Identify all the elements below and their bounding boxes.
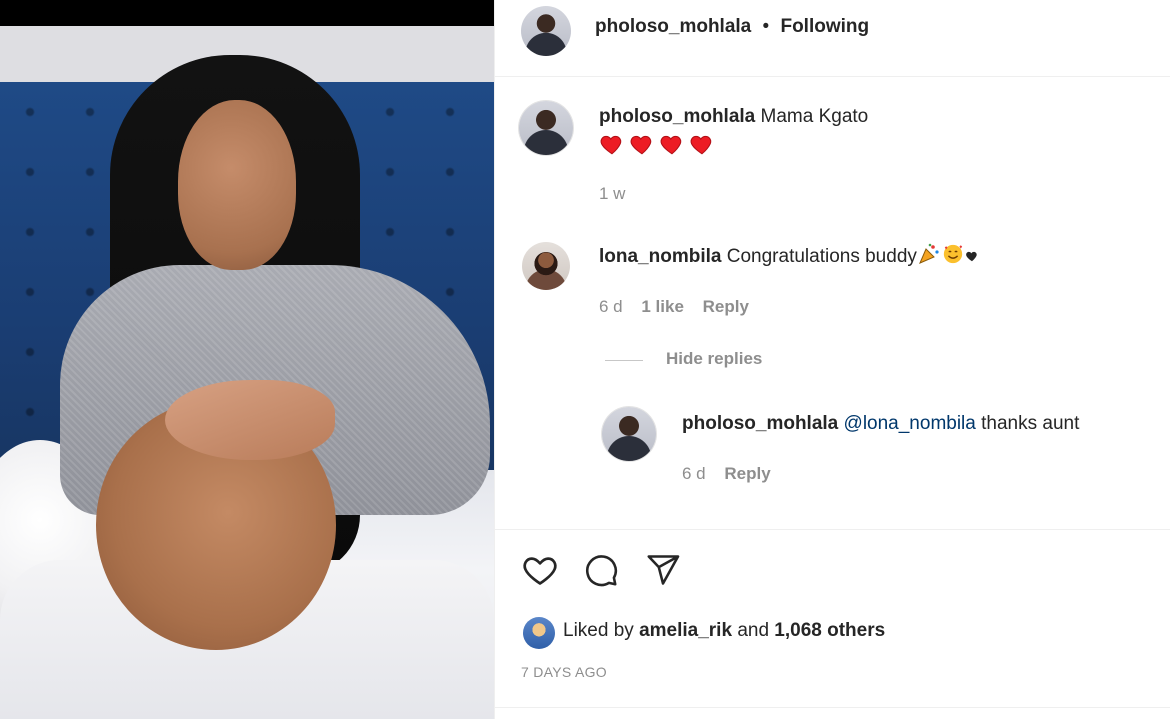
comment-likes[interactable]: 1 like: [641, 297, 684, 316]
smiling-hearts-icon: [943, 244, 963, 264]
caption-hearts: [599, 131, 715, 157]
comment-body: Congratulations buddy: [726, 246, 917, 267]
likes-others-link[interactable]: 1,068 others: [774, 620, 885, 641]
comment-text: lona_nombila Congratulations buddy: [599, 243, 979, 270]
header-separator: •: [762, 16, 770, 37]
red-heart-icon: [690, 135, 712, 155]
photo-top-bar: [0, 0, 494, 26]
following-button[interactable]: Following: [780, 16, 869, 37]
instagram-post-view: pholoso_mohlala • Following pholoso_mohl…: [0, 0, 1170, 719]
liker-avatar[interactable]: [523, 617, 555, 649]
photo-face: [178, 100, 296, 270]
reply-avatar[interactable]: [602, 407, 656, 461]
reply-meta: 6 d Reply: [682, 464, 785, 484]
party-popper-icon: [918, 243, 939, 264]
likes-summary: Liked by amelia_rik and 1,068 others: [563, 620, 885, 642]
red-heart-icon: [660, 135, 682, 155]
reply-text: pholoso_mohlala @lona_nombila thanks aun…: [682, 411, 1079, 437]
reply-reply-button[interactable]: Reply: [724, 464, 770, 483]
author-username[interactable]: pholoso_mohlala: [595, 16, 751, 37]
post-date[interactable]: 7 DAYS AGO: [521, 664, 607, 680]
hide-replies-button[interactable]: Hide replies: [666, 349, 762, 369]
reply-mention-link[interactable]: @lona_nombila: [844, 413, 976, 434]
red-heart-icon: [600, 135, 622, 155]
reply-time[interactable]: 6 d: [682, 464, 706, 483]
header-text: pholoso_mohlala • Following: [595, 14, 869, 40]
reply-username[interactable]: pholoso_mohlala: [682, 413, 838, 434]
caption-text: pholoso_mohlala Mama Kgato: [599, 104, 868, 130]
comment-time[interactable]: 6 d: [599, 297, 623, 316]
comment-username[interactable]: lona_nombila: [599, 246, 721, 267]
reply-body: thanks aunt: [981, 413, 1080, 434]
post-header: pholoso_mohlala • Following: [495, 0, 1170, 77]
liker-username[interactable]: amelia_rik: [639, 620, 732, 641]
comment-icon[interactable]: [583, 552, 619, 588]
photo-hand: [165, 380, 335, 460]
bottom-divider: [495, 707, 1170, 708]
post-side-panel: pholoso_mohlala • Following pholoso_mohl…: [494, 0, 1170, 719]
caption-username[interactable]: pholoso_mohlala: [599, 106, 755, 127]
caption-meta: 1 w: [599, 184, 639, 204]
comment-reply-button[interactable]: Reply: [703, 297, 749, 316]
likes-prefix: Liked by: [563, 620, 634, 641]
post-photo[interactable]: [0, 0, 494, 719]
comment-meta: 6 d 1 like Reply: [599, 297, 763, 317]
hide-replies-line: [605, 360, 643, 361]
author-avatar[interactable]: [521, 6, 571, 56]
actions-divider: [495, 529, 1170, 530]
heart-icon[interactable]: [521, 551, 559, 589]
red-heart-icon: [630, 135, 652, 155]
commenter-avatar[interactable]: [522, 242, 570, 290]
likes-joiner: and: [737, 620, 770, 641]
caption-avatar[interactable]: [519, 101, 573, 155]
share-icon[interactable]: [645, 552, 681, 588]
black-heart-icon: [966, 251, 977, 262]
caption-body: Mama Kgato: [760, 106, 869, 127]
caption-time[interactable]: 1 w: [599, 184, 625, 203]
